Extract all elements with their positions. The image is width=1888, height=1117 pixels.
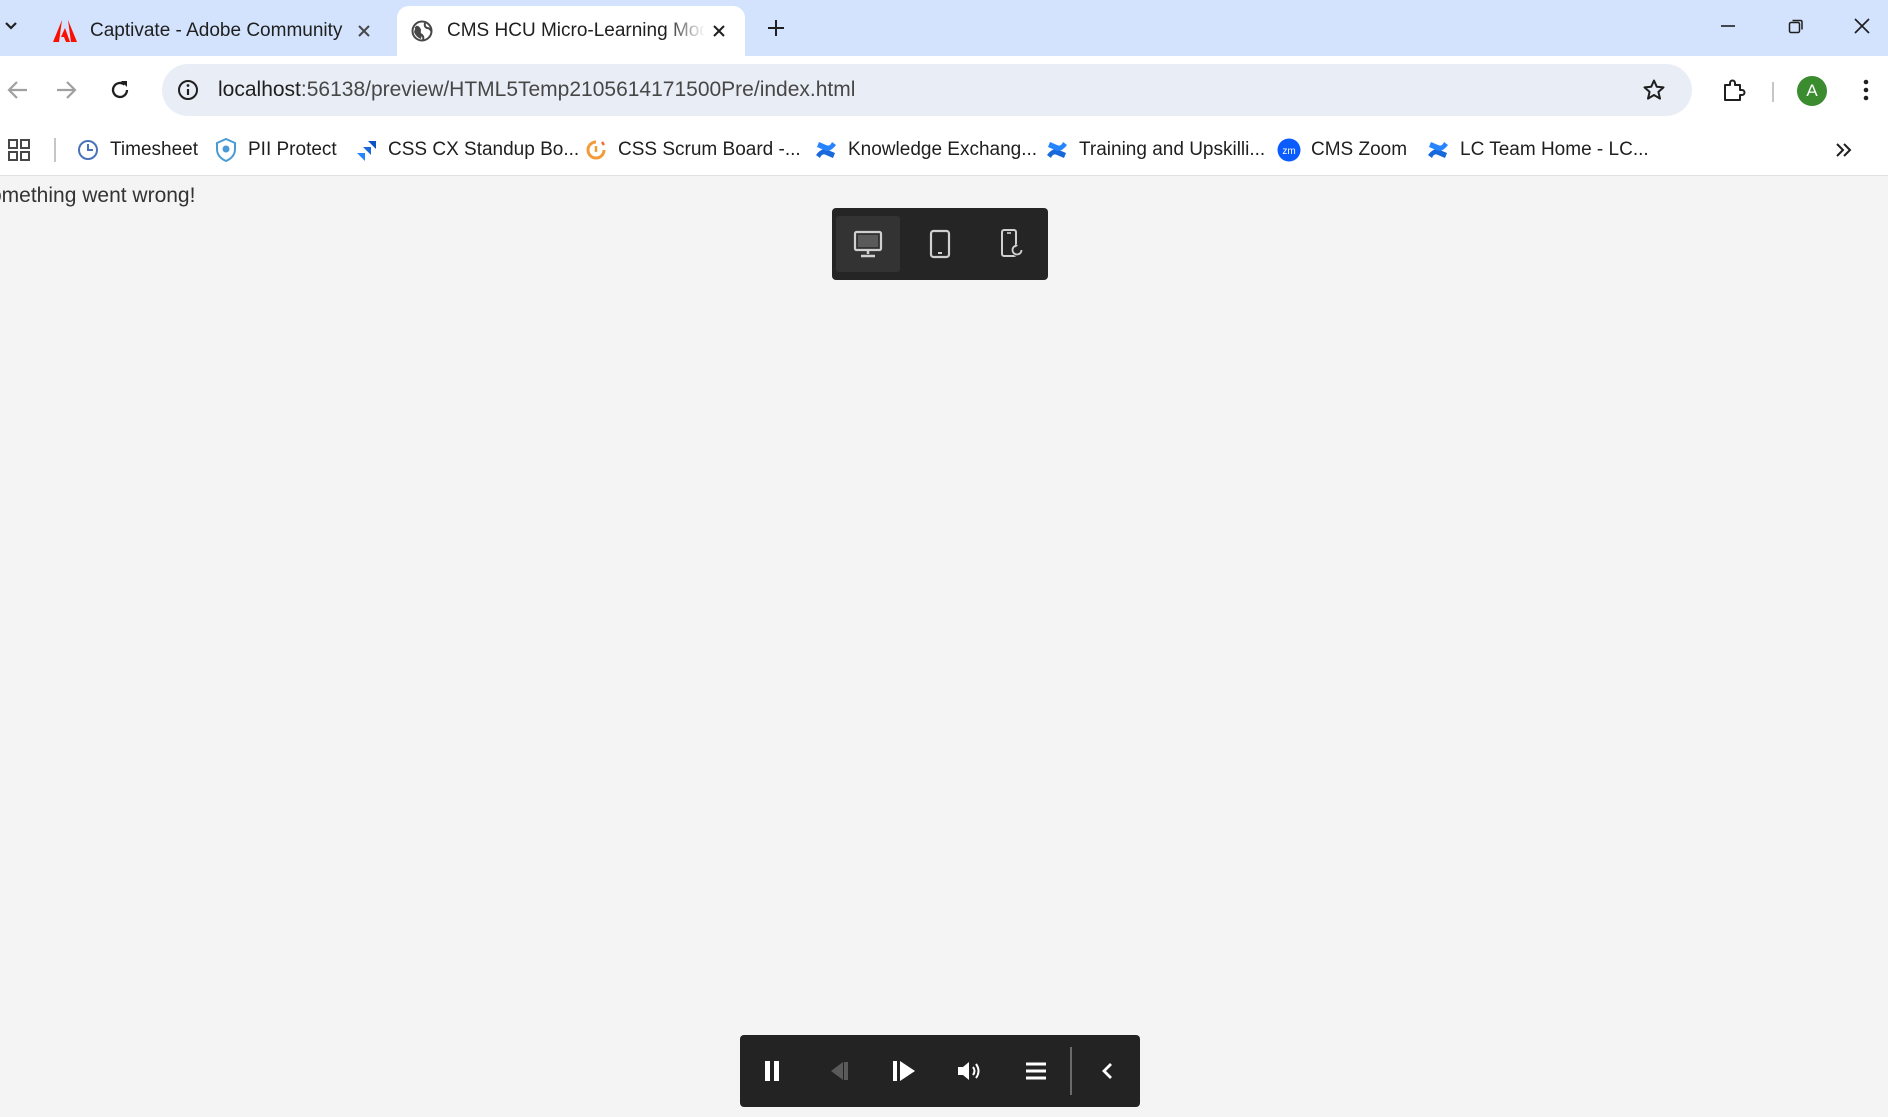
close-icon <box>713 25 725 37</box>
url-path: :56138/preview/HTML5Temp2105614171500Pre… <box>300 78 856 101</box>
globe-icon <box>409 18 435 44</box>
mobile-rotate-view-button[interactable] <box>980 216 1044 272</box>
zoom-icon: zm <box>1277 138 1301 162</box>
bookmark-css-cx-standup[interactable]: CSS CX Standup Bo... <box>354 134 579 166</box>
reload-icon <box>111 81 129 99</box>
bookmark-label: Training and Upskilli... <box>1079 139 1266 160</box>
bookmark-training-upskilling[interactable]: Training and Upskilli... <box>1045 134 1265 166</box>
tablet-view-button[interactable] <box>908 216 972 272</box>
bookmark-label: Timesheet <box>110 139 198 160</box>
more-bookmarks-button[interactable] <box>1834 134 1852 166</box>
desktop-icon <box>853 230 883 258</box>
tab-strip: Captivate - Adobe Community CMS HCU Micr… <box>0 0 1888 56</box>
tablet-icon <box>929 229 951 259</box>
puzzle-icon <box>1724 79 1746 101</box>
bookmark-label: CSS CX Standup Bo... <box>388 139 580 160</box>
bookmark-star-button[interactable] <box>1636 72 1672 108</box>
profile-avatar[interactable]: A <box>1797 76 1827 106</box>
extensions-button[interactable] <box>1716 72 1752 108</box>
shield-icon <box>214 138 238 162</box>
device-preview-bar <box>832 208 1048 280</box>
collapse-playbar-button[interactable] <box>1083 1047 1131 1095</box>
tab-cms-hcu[interactable]: CMS HCU Micro-Learning Mod <box>397 6 745 56</box>
page-content: omething went wrong! <box>0 176 1888 1117</box>
arrow-right-icon <box>57 81 77 99</box>
error-message: omething went wrong! <box>0 184 196 207</box>
url-host: localhost <box>218 78 301 101</box>
bookmark-label: PII Protect <box>248 139 337 160</box>
apps-button[interactable] <box>7 134 31 166</box>
site-info-button[interactable] <box>170 72 206 108</box>
next-slide-button[interactable] <box>880 1047 928 1095</box>
reload-button[interactable] <box>102 72 138 108</box>
tab-title: CMS HCU Micro-Learning Mod <box>447 20 705 41</box>
toc-button[interactable] <box>1012 1047 1060 1095</box>
close-window-button[interactable] <box>1836 4 1888 48</box>
menu-button[interactable] <box>1848 72 1884 108</box>
confluence-icon <box>1426 138 1450 162</box>
clock-icon <box>76 138 100 162</box>
bookmark-pii-protect[interactable]: PII Protect <box>214 134 337 166</box>
forward-icon <box>893 1061 915 1081</box>
adobe-icon <box>52 18 78 44</box>
info-icon <box>178 80 198 100</box>
playback-controls <box>740 1035 1140 1107</box>
bookmark-knowledge-exchange[interactable]: Knowledge Exchang... <box>814 134 1037 166</box>
scrum-icon <box>584 138 608 162</box>
hamburger-icon <box>1026 1062 1046 1080</box>
chevron-left-icon <box>1102 1063 1112 1079</box>
bookmark-label: Knowledge Exchang... <box>848 139 1038 160</box>
browser-toolbar: localhost:56138/preview/HTML5Temp2105614… <box>0 56 1888 124</box>
chevron-down-icon <box>5 22 17 30</box>
bookmark-label: CMS Zoom <box>1311 139 1408 160</box>
plus-icon <box>768 20 784 36</box>
bookmark-label: CSS Scrum Board -... <box>618 139 801 160</box>
confluence-icon <box>1045 138 1069 162</box>
pause-icon <box>765 1061 779 1081</box>
toolbar-divider <box>1772 82 1774 102</box>
restore-icon <box>1788 19 1803 34</box>
jira-icon <box>354 138 378 162</box>
rewind-icon <box>831 1062 848 1080</box>
close-tab-button[interactable] <box>705 17 733 45</box>
apps-grid-icon <box>8 139 30 161</box>
bookmark-cms-zoom[interactable]: zm CMS Zoom <box>1277 134 1407 166</box>
arrow-left-icon <box>7 81 27 99</box>
bookmark-label: LC Team Home - LC... <box>1460 139 1649 160</box>
pause-button[interactable] <box>748 1047 796 1095</box>
restore-button[interactable] <box>1768 4 1824 48</box>
tab-title: Captivate - Adobe Community <box>90 20 343 41</box>
bookmark-lc-team-home[interactable]: LC Team Home - LC... <box>1426 134 1649 166</box>
tab-captivate[interactable]: Captivate - Adobe Community <box>40 6 390 56</box>
previous-slide-button[interactable] <box>814 1047 862 1095</box>
star-icon <box>1643 79 1665 100</box>
tab-search-button[interactable] <box>0 10 22 42</box>
bookmark-timesheet[interactable]: Timesheet <box>76 134 198 166</box>
forward-button[interactable] <box>48 72 84 108</box>
new-tab-button[interactable] <box>760 12 792 44</box>
volume-button[interactable] <box>946 1047 994 1095</box>
address-bar[interactable]: localhost:56138/preview/HTML5Temp2105614… <box>162 64 1692 116</box>
kebab-menu-icon <box>1863 79 1869 101</box>
playbar-divider <box>1070 1047 1072 1095</box>
close-tab-button[interactable] <box>350 17 378 45</box>
bookmarks-bar: Timesheet PII Protect CSS CX Standup Bo.… <box>0 124 1888 176</box>
volume-icon <box>958 1062 980 1080</box>
double-chevron-right-icon <box>1836 143 1852 157</box>
confluence-icon <box>814 138 838 162</box>
bookmarks-divider <box>54 138 56 162</box>
minimize-button[interactable] <box>1700 4 1756 48</box>
close-icon <box>358 25 370 37</box>
desktop-view-button[interactable] <box>836 216 900 272</box>
bookmark-css-scrum-board[interactable]: CSS Scrum Board -... <box>584 134 801 166</box>
mobile-rotate-icon <box>1001 229 1023 257</box>
url-text[interactable]: localhost:56138/preview/HTML5Temp2105614… <box>218 78 855 102</box>
minimize-icon <box>1721 25 1735 27</box>
close-icon <box>1854 18 1870 34</box>
svg-text:zm: zm <box>1282 146 1295 157</box>
back-button[interactable] <box>0 72 36 108</box>
